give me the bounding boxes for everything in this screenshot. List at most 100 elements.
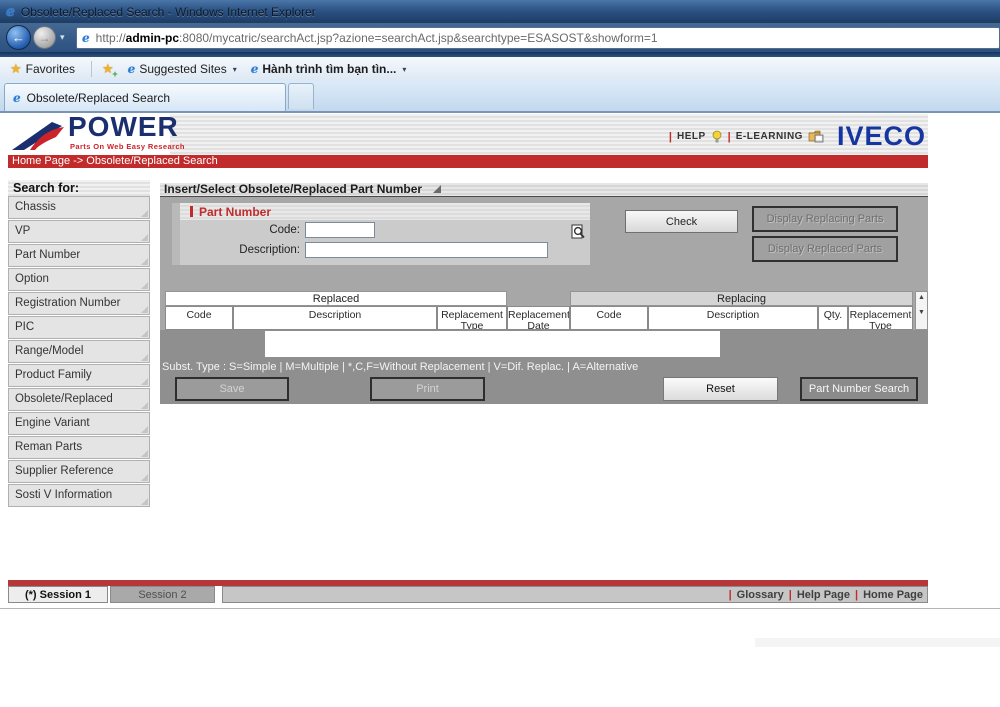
pinned-link-button[interactable]: e Hành trình tìm bạn tìn... ▾ [251, 62, 407, 76]
new-tab-stub[interactable] [288, 83, 314, 109]
favorites-button[interactable]: ★ Favorites [10, 61, 75, 77]
separator: | [788, 588, 792, 601]
browser-window: e Obsolete/Replaced Search - Windows Int… [0, 0, 1000, 707]
ie-icon: e [6, 3, 15, 20]
sidebar-item-option[interactable]: Option [8, 268, 150, 291]
footer-divider [0, 608, 1000, 609]
substitution-legend: Subst. Type : S=Simple | M=Multiple | *,… [162, 361, 639, 373]
url-text: http://admin-pc:8080/mycatric/searchAct.… [96, 31, 658, 45]
description-row: Description: [180, 240, 590, 260]
description-label: Description: [239, 244, 300, 256]
col-replacing-code: Code [570, 306, 648, 330]
masthead-links: | HELP | E-LEARNING IVECO [669, 123, 926, 150]
col-qty: Qty. [818, 306, 848, 330]
elearning-link[interactable]: E-LEARNING [736, 131, 803, 142]
search-form-panel: Part Number Code: Description: Check Dis… [160, 197, 928, 330]
part-number-title: Part Number [199, 204, 272, 219]
favorites-label: Favorites [25, 62, 76, 76]
sidebar-item-sosti-v-information[interactable]: Sosti V Information [8, 484, 150, 507]
display-replaced-parts-button[interactable]: Display Replaced Parts [752, 236, 898, 262]
scroll-up-icon[interactable]: ▲ [916, 294, 927, 301]
window-title: Obsolete/Replaced Search - Windows Inter… [20, 4, 316, 19]
replacing-group-header: Replacing [570, 291, 913, 306]
check-button[interactable]: Check [625, 210, 738, 233]
tab-bar: e Obsolete/Replaced Search [0, 81, 1000, 111]
sidebar-item-pic[interactable]: PIC [8, 316, 150, 339]
suggested-sites-dropdown-icon: ▾ [232, 64, 237, 74]
reset-button[interactable]: Reset [663, 377, 778, 401]
home-page-link[interactable]: Home Page [863, 589, 923, 601]
code-label: Code: [269, 224, 300, 236]
section-title: Insert/Select Obsolete/Replaced Part Num… [160, 183, 928, 197]
back-button[interactable]: ← [6, 25, 31, 50]
separator: | [727, 130, 731, 143]
breadcrumb: Home Page -> Obsolete/Replaced Search [8, 155, 928, 168]
page-icon: e [82, 31, 90, 45]
sidebar-item-vp[interactable]: VP [8, 220, 150, 243]
tab-session-2[interactable]: Session 2 [110, 586, 215, 603]
sidebar-item-obsolete-replaced[interactable]: Obsolete/Replaced [8, 388, 150, 411]
power-swoosh-icon [12, 122, 64, 150]
actions-panel: Subst. Type : S=Simple | M=Multiple | *,… [160, 330, 928, 404]
favorites-star-icon: ★ [10, 61, 22, 76]
title-bar: e Obsolete/Replaced Search - Windows Int… [0, 0, 1000, 23]
power-logo: POWER Parts On Web Easy Research [10, 111, 210, 155]
print-button[interactable]: Print [370, 377, 485, 401]
part-lookup-icon[interactable] [570, 224, 586, 240]
help-bulb-icon [712, 130, 722, 142]
favorites-bar: ★ Favorites ★ + e Suggested Sites ▾ e Hà… [0, 57, 1000, 81]
url-host: admin-pc [125, 31, 180, 45]
iveco-logo: IVECO [836, 121, 926, 151]
part-number-header: Part Number [180, 203, 590, 220]
sidebar-item-product-family[interactable]: Product Family [8, 364, 150, 387]
tab-obsolete-replaced-search[interactable]: e Obsolete/Replaced Search [4, 83, 286, 111]
glossary-link[interactable]: Glossary [737, 589, 784, 601]
separator: | [855, 588, 859, 601]
elearning-folder-icon [808, 130, 824, 143]
help-link[interactable]: HELP [677, 131, 706, 142]
replaced-group-header: Replaced [165, 291, 507, 306]
suggested-sites-label: Suggested Sites [139, 62, 227, 76]
display-replacing-parts-button[interactable]: Display Replacing Parts [752, 206, 898, 232]
tab-session-1[interactable]: (*) Session 1 [8, 586, 108, 603]
url-protocol: http:// [95, 31, 126, 45]
tab-title: Obsolete/Replaced Search [26, 90, 171, 105]
sidebar-item-part-number[interactable]: Part Number [8, 244, 150, 267]
history-dropdown-icon[interactable]: ▾ [60, 32, 65, 43]
separator: | [728, 588, 732, 601]
col-replacing-description: Description [648, 306, 818, 330]
add-favorite-button[interactable]: ★ + [102, 61, 118, 79]
back-arrow-icon: ← [12, 30, 25, 45]
section-title-text: Insert/Select Obsolete/Replaced Part Num… [164, 182, 423, 196]
part-number-search-button[interactable]: Part Number Search [800, 377, 918, 401]
col-replacing-replacement-type: Replacement Type [848, 306, 913, 330]
tab-favicon: e [13, 90, 21, 105]
table-scrollbar[interactable]: ▲ ▼ [915, 291, 928, 330]
suggested-sites-icon: e [127, 62, 136, 76]
suggested-sites-button[interactable]: e Suggested Sites ▾ [128, 62, 237, 76]
sidebar-item-registration-number[interactable]: Registration Number [8, 292, 150, 315]
message-box [265, 331, 720, 357]
logo-title: POWER [68, 111, 179, 142]
sidebar-item-supplier-reference[interactable]: Supplier Reference [8, 460, 150, 483]
address-bar[interactable]: e http://admin-pc:8080/mycatric/searchAc… [76, 27, 1000, 49]
sidebar-item-chassis[interactable]: Chassis [8, 196, 150, 219]
col-replaced-code: Code [165, 306, 233, 330]
url-path: :8080/mycatric/searchAct.jsp?azione=sear… [179, 31, 658, 45]
red-accent-bar [190, 206, 193, 217]
collapse-triangle-icon[interactable] [433, 185, 442, 193]
forward-button[interactable]: → [33, 26, 56, 49]
sidebar-item-range-model[interactable]: Range/Model [8, 340, 150, 363]
pinned-link-label: Hành trình tìm bạn tìn... [262, 62, 397, 76]
footer-links-bar: | Glossary | Help Page | Home Page [222, 586, 928, 603]
sidebar-item-reman-parts[interactable]: Reman Parts [8, 436, 150, 459]
forward-arrow-icon: → [38, 30, 51, 45]
description-input[interactable] [305, 242, 548, 258]
help-page-link[interactable]: Help Page [797, 589, 850, 601]
save-button[interactable]: Save [175, 377, 289, 401]
sidebar-item-engine-variant[interactable]: Engine Variant [8, 412, 150, 435]
code-input[interactable] [305, 222, 375, 238]
logo-tagline: Parts On Web Easy Research [70, 142, 185, 151]
separator: | [668, 130, 672, 143]
scroll-down-icon[interactable]: ▼ [916, 309, 927, 316]
